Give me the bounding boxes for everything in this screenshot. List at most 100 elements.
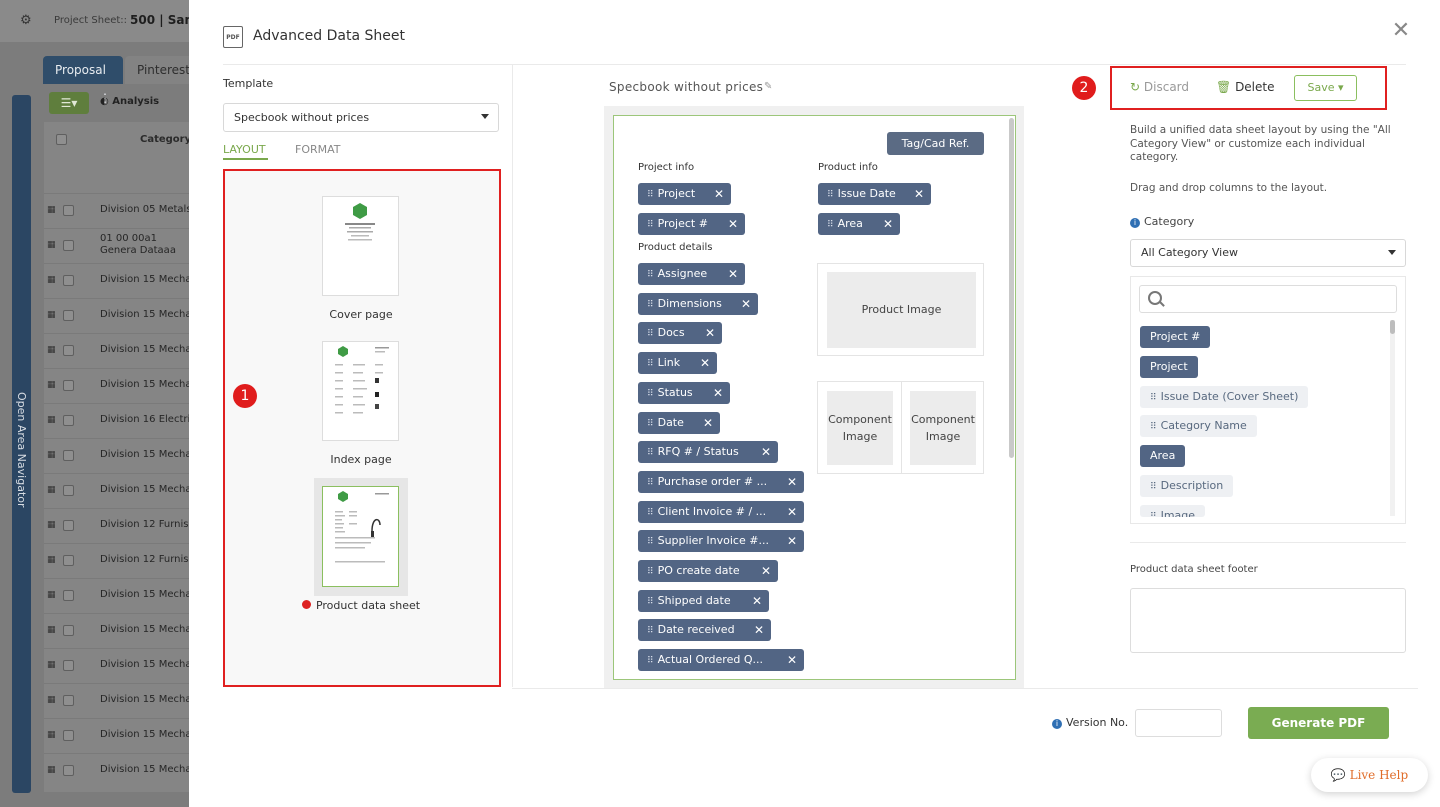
component-image-slot[interactable]: Component Image Component Image (817, 381, 984, 474)
drag-handle-icon[interactable]: ▦ (47, 625, 55, 635)
list-view-icon[interactable]: ☰▾ (49, 92, 89, 114)
drag-handle-icon[interactable]: ⠿ (827, 220, 834, 230)
layout-chip[interactable]: ⠿ Purchase order # ... ✕ (638, 470, 804, 493)
layout-chip[interactable]: ⠿ Project # ✕ (638, 213, 745, 235)
close-icon[interactable]: ✕ (1390, 20, 1412, 42)
layout-chip[interactable]: ⠿ Dimensions ✕ (638, 292, 758, 315)
row-checkbox[interactable] (63, 345, 74, 356)
layout-chip[interactable]: ⠿ Shipped date ✕ (638, 589, 769, 612)
drag-handle-icon[interactable]: ⠿ (647, 359, 654, 369)
remove-icon[interactable]: ✕ (728, 263, 738, 285)
drag-handle-icon[interactable]: ⠿ (647, 656, 654, 666)
column-chip[interactable]: ⠿ Image (1140, 505, 1206, 517)
analysis-button[interactable]: ◐ Analysis (100, 96, 159, 107)
tab-layout[interactable]: LAYOUT (223, 143, 266, 156)
layout-chip[interactable]: ⠿ Docs ✕ (638, 322, 722, 345)
row-checkbox[interactable] (63, 380, 74, 391)
drag-handle-icon[interactable]: ▦ (47, 415, 55, 425)
drag-handle-icon[interactable]: ▦ (47, 520, 55, 530)
table-row[interactable]: ▦ Division 15 Mechan (44, 578, 190, 613)
footer-textarea[interactable] (1130, 588, 1406, 653)
columns-scrollbar-thumb[interactable] (1390, 320, 1395, 334)
preview-scrollbar[interactable] (1009, 118, 1014, 458)
table-row[interactable]: ▦ Division 15 Mechan (44, 438, 190, 473)
column-chip[interactable]: ⠿ Issue Date (Cover Sheet) (1140, 386, 1309, 408)
generate-pdf-button[interactable]: Generate PDF (1248, 707, 1389, 739)
remove-icon[interactable]: ✕ (787, 471, 797, 493)
save-button[interactable]: Save ▾ (1294, 75, 1357, 101)
row-checkbox[interactable] (63, 310, 74, 321)
index-page-thumbnail[interactable] (322, 341, 399, 441)
row-checkbox[interactable] (63, 625, 74, 636)
layout-chip[interactable]: ⠿ Issue Date ✕ (818, 183, 931, 205)
drag-handle-icon[interactable]: ▦ (47, 730, 55, 740)
drag-handle-icon[interactable]: ▦ (47, 310, 55, 320)
select-all-checkbox[interactable] (56, 134, 67, 145)
row-checkbox[interactable] (63, 485, 74, 496)
drag-handle-icon[interactable]: ⠿ (647, 626, 654, 636)
drag-handle-icon[interactable]: ▦ (47, 555, 55, 565)
drag-handle-icon[interactable]: ⠿ (647, 220, 654, 230)
remove-icon[interactable]: ✕ (741, 293, 751, 315)
table-row[interactable]: ▦ Division 15 Mechan (44, 613, 190, 648)
layout-chip[interactable]: ⠿ RFQ # / Status ✕ (638, 441, 778, 464)
remove-icon[interactable]: ✕ (713, 382, 723, 404)
drag-handle-icon[interactable]: ▦ (47, 380, 55, 390)
drag-handle-icon[interactable]: ▦ (47, 590, 55, 600)
category-select[interactable]: All Category View (1130, 239, 1406, 267)
layout-chip[interactable]: ⠿ Supplier Invoice #... ✕ (638, 530, 804, 553)
drag-handle-icon[interactable]: ⠿ (647, 508, 654, 518)
drag-handle-icon[interactable]: ▦ (47, 695, 55, 705)
tab-format[interactable]: FORMAT (295, 143, 341, 156)
column-chip[interactable]: ⠿ Description (1140, 475, 1234, 497)
product-image-slot[interactable]: Product Image (817, 263, 984, 356)
remove-icon[interactable]: ✕ (787, 649, 797, 671)
row-checkbox[interactable] (63, 520, 74, 531)
table-row[interactable]: ▦ Division 05 Metals (44, 193, 190, 228)
drag-handle-icon[interactable]: ⠿ (647, 478, 654, 488)
row-checkbox[interactable] (63, 660, 74, 671)
drag-handle-icon[interactable]: ▦ (47, 485, 55, 495)
row-checkbox[interactable] (63, 240, 74, 251)
remove-icon[interactable]: ✕ (752, 590, 762, 612)
drag-handle-icon[interactable]: ▦ (47, 275, 55, 285)
drag-handle-icon[interactable]: ⠿ (647, 419, 654, 429)
drag-handle-icon[interactable]: ⠿ (647, 190, 654, 200)
layout-chip[interactable]: ⠿ Area ✕ (818, 213, 900, 235)
table-row[interactable]: ▦ 01 00 00a1 Genera Dataaa (44, 228, 190, 263)
column-header-category[interactable]: Category (140, 134, 191, 145)
layout-chip[interactable]: ⠿ Client Invoice # / ... ✕ (638, 500, 804, 523)
drag-handle-icon[interactable]: ⠿ (647, 270, 654, 280)
row-checkbox[interactable] (63, 205, 74, 216)
table-row[interactable]: ▦ Division 15 Mechan (44, 648, 190, 683)
remove-icon[interactable]: ✕ (761, 441, 771, 463)
remove-icon[interactable]: ✕ (787, 530, 797, 552)
column-search-input[interactable] (1139, 285, 1397, 313)
drag-handle-icon[interactable]: ⠿ (647, 567, 654, 577)
discard-button[interactable]: ↻ Discard (1130, 80, 1189, 94)
row-checkbox[interactable] (63, 450, 74, 461)
columns-scrollbar-track[interactable] (1390, 320, 1395, 516)
version-input[interactable] (1135, 709, 1222, 737)
remove-icon[interactable]: ✕ (787, 501, 797, 523)
drag-handle-icon[interactable]: ⠿ (827, 190, 834, 200)
edit-icon[interactable]: ✎ (764, 81, 772, 92)
drag-handle-icon[interactable]: ▦ (47, 240, 55, 250)
table-row[interactable]: ▦ Division 15 Mechan (44, 263, 190, 298)
remove-icon[interactable]: ✕ (700, 352, 710, 374)
remove-icon[interactable]: ✕ (914, 183, 924, 205)
drag-handle-icon[interactable]: ⠿ (647, 389, 654, 399)
drag-handle-icon[interactable]: ▦ (47, 765, 55, 775)
drag-handle-icon[interactable]: ⠿ (1150, 482, 1157, 492)
remove-icon[interactable]: ✕ (754, 619, 764, 641)
table-row[interactable]: ▦ Division 15 Mechan (44, 718, 190, 753)
cover-page-thumbnail[interactable] (322, 196, 399, 296)
table-row[interactable]: ▦ Division 15 Mechan (44, 298, 190, 333)
drag-handle-icon[interactable]: ▦ (47, 450, 55, 460)
drag-handle-icon[interactable]: ⠿ (647, 300, 654, 310)
drag-handle-icon[interactable]: ⠿ (647, 448, 654, 458)
drag-handle-icon[interactable]: ⠿ (647, 537, 654, 547)
drag-handle-icon[interactable]: ▦ (47, 205, 55, 215)
gear-icon[interactable]: ⚙ (20, 14, 34, 28)
row-checkbox[interactable] (63, 695, 74, 706)
